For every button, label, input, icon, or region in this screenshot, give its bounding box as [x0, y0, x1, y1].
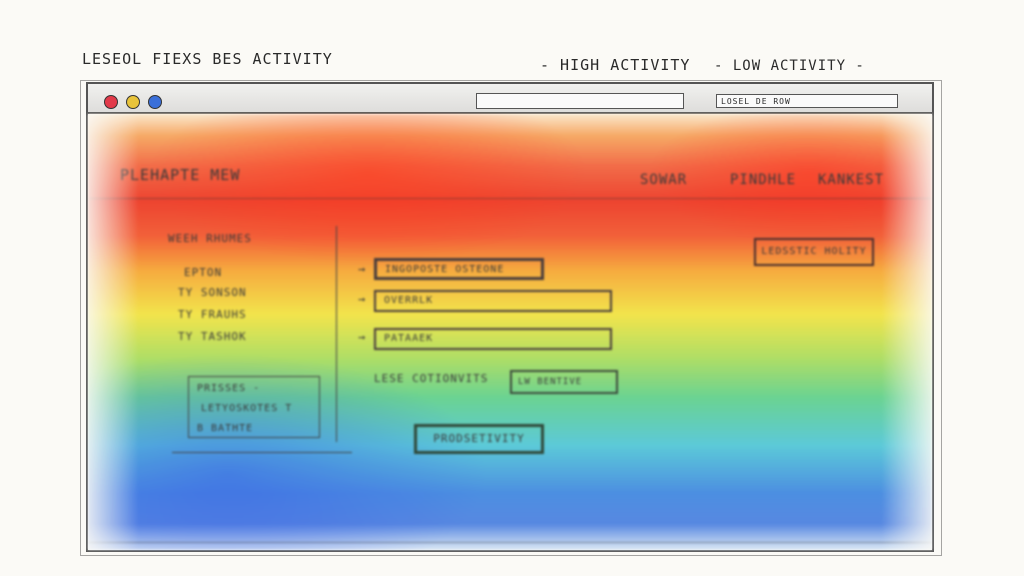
sidebar-link[interactable]: EPTON: [184, 266, 222, 279]
arrow-icon: →: [358, 262, 366, 276]
overview-button[interactable]: OVERRLK: [374, 290, 612, 312]
footer-divider: [88, 542, 932, 543]
minimize-dot-icon[interactable]: [126, 95, 140, 109]
productivity-button[interactable]: PRODSETIVITY: [414, 424, 544, 454]
legend-title: LESEOL FIEXS BES ACTIVITY: [82, 50, 333, 68]
nav-item-3[interactable]: KANKEST: [818, 172, 884, 188]
arrow-icon: →: [358, 292, 366, 306]
site-brand[interactable]: PLEHAPTE MEW: [120, 166, 240, 184]
sidebar-link[interactable]: TY SONSON: [178, 286, 247, 299]
sidebar-heading: WEEH RHUMES: [168, 232, 252, 245]
maximize-dot-icon[interactable]: [148, 95, 162, 109]
legend-low-activity: - LOW ACTIVITY -: [714, 58, 865, 74]
header-divider: [88, 198, 932, 199]
nav-item-2[interactable]: PINDHLE: [730, 172, 796, 188]
less-activity-button[interactable]: LW BENTIVE: [510, 370, 618, 394]
sidebar-link[interactable]: TY TASHOK: [178, 330, 247, 343]
sidebar-link[interactable]: TY FRAUHS: [178, 308, 247, 321]
sidebar-box-line[interactable]: PRISSES -: [197, 383, 260, 394]
less-activity-label: LESE COTIONVITS: [374, 372, 489, 385]
legend-high-activity: - HIGH ACTIVITY: [540, 56, 691, 74]
feedback-button[interactable]: PATAAEK: [374, 328, 612, 350]
sidebar-underline: [172, 452, 352, 453]
close-dot-icon[interactable]: [104, 95, 118, 109]
nav-item-1[interactable]: SOWAR: [640, 172, 687, 188]
heatmap-overlay: PLEHAPTE MEW SOWAR PINDHLE KANKEST WEEH …: [88, 114, 932, 550]
sidebar-box-line[interactable]: LETYOSKOTES T: [201, 403, 292, 414]
browser-window: LOSEL DE ROW PLEHAPTE MEW SOWAR PINDHLE …: [80, 80, 942, 556]
top-right-button[interactable]: LEDSSTIC HOLITY: [754, 238, 874, 266]
browser-titlebar: LOSEL DE ROW: [88, 84, 932, 114]
sidebar-box-line[interactable]: B BATHTE: [197, 423, 253, 434]
arrow-icon: →: [358, 330, 366, 344]
search-field[interactable]: LOSEL DE ROW: [716, 94, 898, 108]
address-bar[interactable]: [476, 93, 684, 109]
primary-action-button[interactable]: INGOPOSTE OSTEONE: [374, 258, 544, 280]
sidebar: WEEH RHUMES EPTON TY SONSON TY FRAUHS TY…: [166, 226, 337, 442]
sidebar-box: PRISSES - LETYOSKOTES T B BATHTE: [188, 376, 320, 438]
